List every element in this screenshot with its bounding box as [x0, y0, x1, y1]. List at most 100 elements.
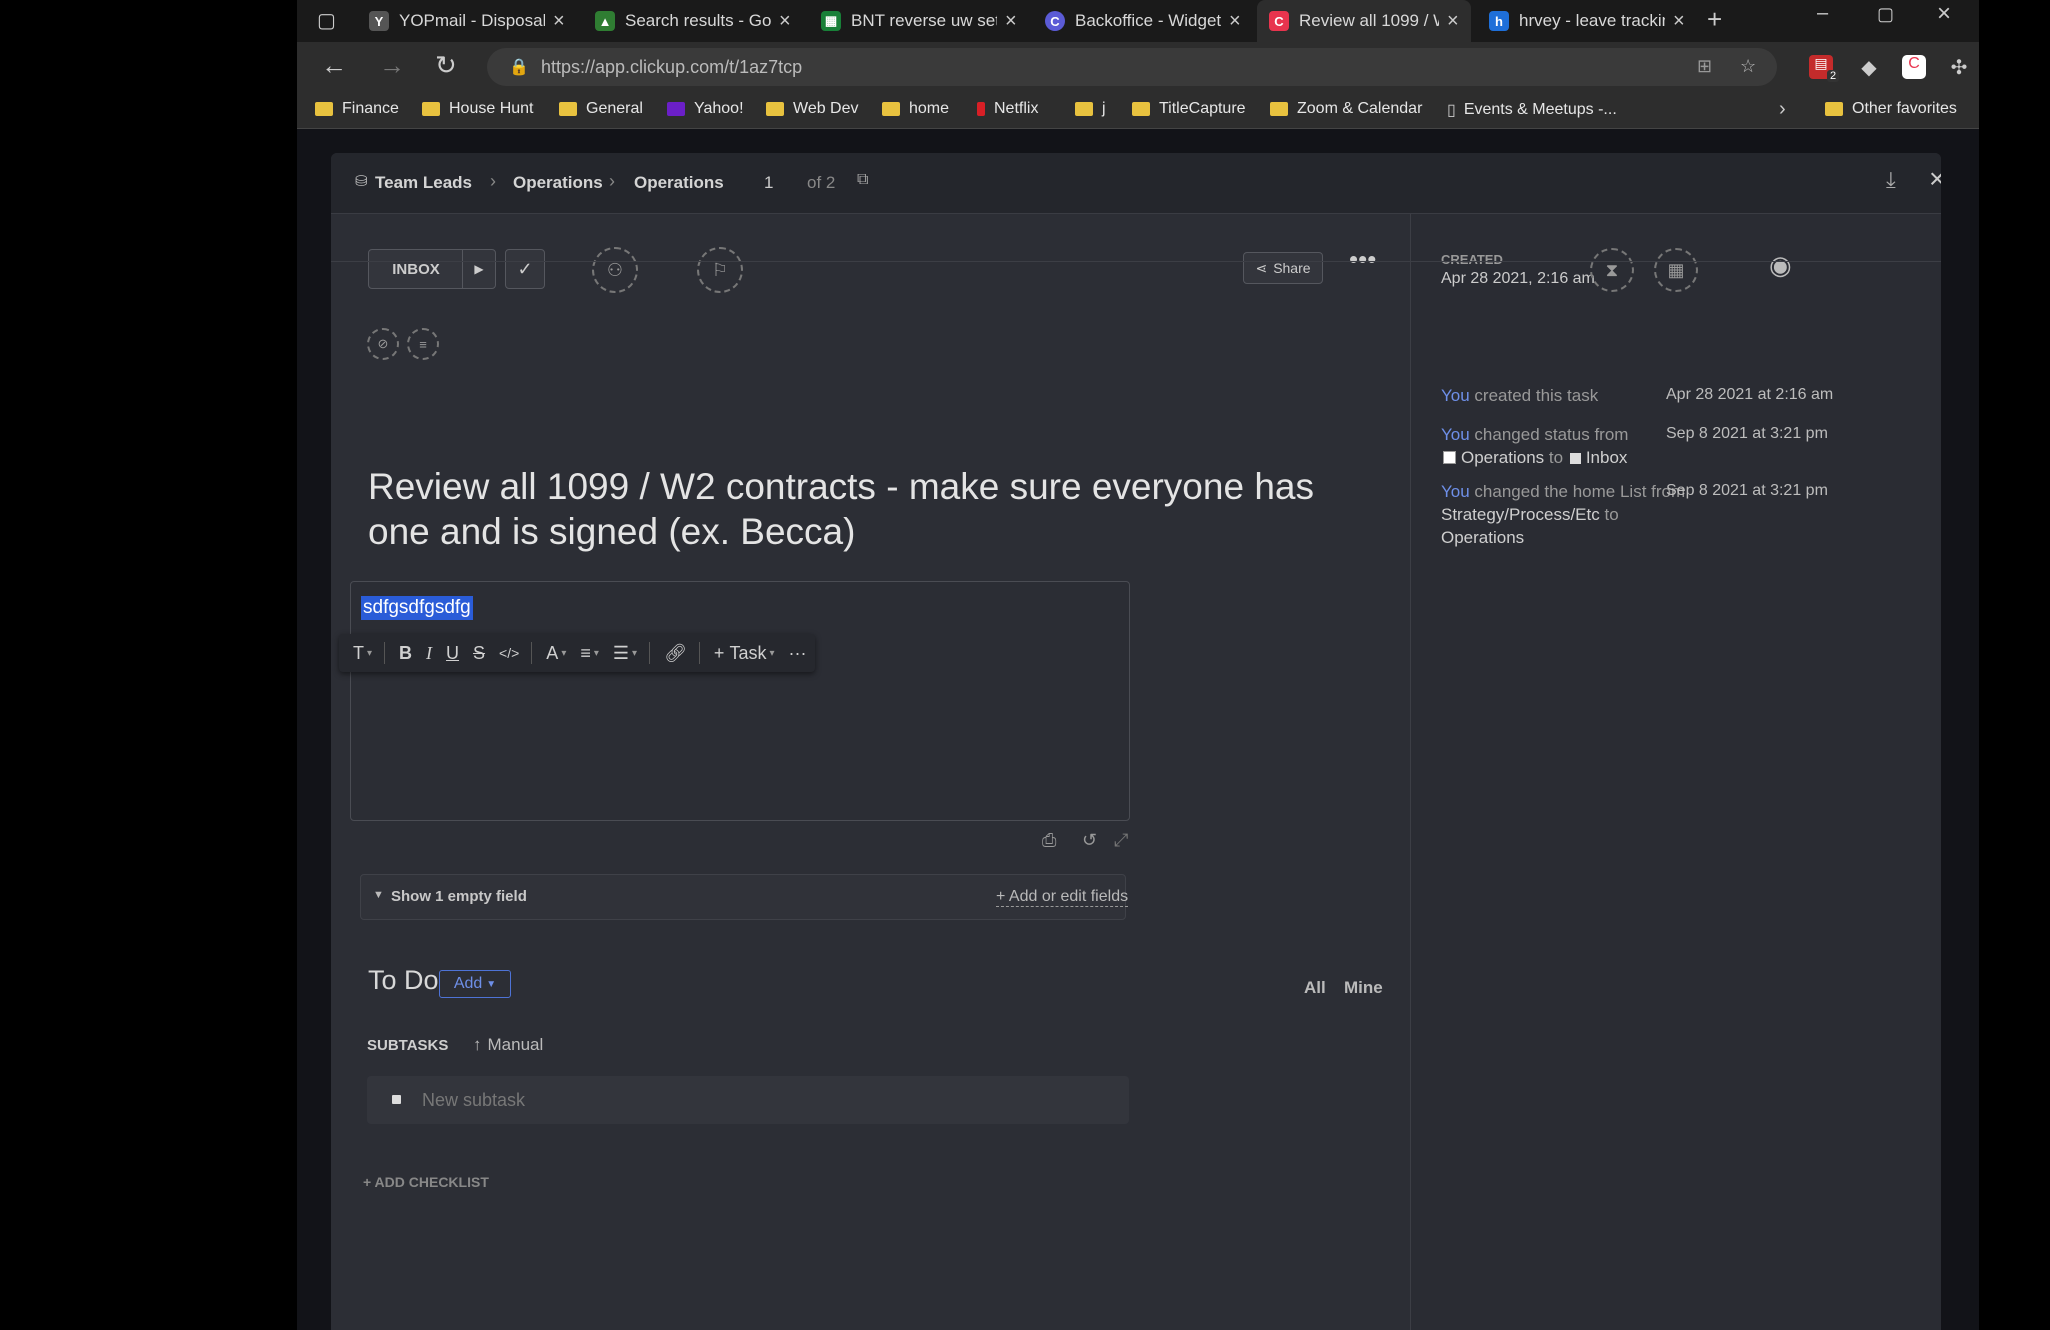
- watch-eye-icon[interactable]: ◉: [1769, 250, 1792, 281]
- bold-button[interactable]: B: [399, 643, 412, 664]
- subtasks-label: SUBTASKS: [367, 1037, 449, 1054]
- filter-mine-tab[interactable]: Mine: [1344, 978, 1383, 998]
- maximize-icon[interactable]: ▢: [1877, 4, 1894, 25]
- open-in-new-icon[interactable]: ⧉: [857, 171, 868, 189]
- complete-task-button[interactable]: ✓: [505, 249, 545, 289]
- add-assignee-button[interactable]: ⚇: [592, 247, 638, 293]
- text-style-button[interactable]: T ▾: [353, 643, 372, 664]
- underline-button[interactable]: U: [446, 643, 459, 664]
- url-text[interactable]: https://app.clickup.com/t/1az7tcp: [541, 57, 802, 78]
- history-icon[interactable]: ↺: [1082, 830, 1097, 851]
- list-button[interactable]: ☰ ▾: [613, 643, 637, 664]
- due-date-icon[interactable]: ▦: [1654, 248, 1698, 292]
- close-tab-icon[interactable]: ×: [553, 10, 565, 33]
- bookmark-finance[interactable]: Finance: [315, 100, 399, 118]
- bookmark-yahoo[interactable]: Yahoo!: [667, 100, 744, 118]
- bookmark-netflix[interactable]: Netflix: [977, 100, 1038, 118]
- breadcrumb-folder[interactable]: Operations: [513, 173, 603, 193]
- expand-icon[interactable]: ⤢: [1114, 830, 1128, 851]
- breadcrumb-space[interactable]: Team Leads: [375, 173, 472, 193]
- toolbar-divider: [384, 642, 386, 664]
- caret-down-icon: ▼: [486, 978, 497, 990]
- close-tab-icon[interactable]: ×: [1673, 10, 1685, 33]
- minimize-icon[interactable]: –: [1817, 2, 1828, 25]
- add-edit-fields-link[interactable]: + Add or edit fields: [996, 888, 1129, 907]
- bookmark-j[interactable]: j: [1075, 100, 1106, 118]
- new-tab-icon[interactable]: +: [1707, 4, 1722, 35]
- bookmark-titlecapture[interactable]: TitleCapture: [1132, 100, 1246, 118]
- bookmark-home[interactable]: home: [882, 100, 949, 118]
- bookmark-zoom-calendar[interactable]: Zoom & Calendar: [1270, 100, 1422, 118]
- add-checklist-button[interactable]: + ADD CHECKLIST: [363, 1174, 489, 1190]
- extension-icon[interactable]: ◆: [1857, 55, 1881, 79]
- task-title[interactable]: Review all 1099 / W2 contracts - make su…: [368, 464, 1368, 554]
- bookmark-house-hunt[interactable]: House Hunt: [422, 100, 534, 118]
- page-icon: ▯: [1447, 102, 1456, 119]
- next-status-button[interactable]: ▶: [462, 249, 496, 289]
- code-button[interactable]: </>: [499, 645, 519, 661]
- print-icon[interactable]: ⎙: [1042, 830, 1056, 851]
- time-tracking-icon[interactable]: ⧗: [1590, 248, 1634, 292]
- tab-actions-icon[interactable]: ▢: [317, 8, 336, 33]
- close-tab-icon[interactable]: ×: [1229, 10, 1241, 33]
- task-modal: ⛁ Team Leads › Operations › Operations 1…: [331, 153, 1941, 1330]
- activity-item: You changed status from Operations to In…: [1441, 425, 1629, 467]
- share-button[interactable]: ⋖ Share: [1243, 252, 1323, 284]
- tag-icon[interactable]: ⊘: [367, 328, 399, 360]
- yopmail-icon: Y: [369, 11, 389, 31]
- format-toolbar: T ▾ B I U S </> A ▾ ≡ ▾ ☰ ▾ 🔗︎ + Task ▾ …: [339, 634, 815, 672]
- folder-icon: [1075, 102, 1093, 116]
- add-favorite-icon[interactable]: ☆: [1740, 56, 1756, 77]
- description-text[interactable]: sdfgsdfgsdfg: [361, 596, 473, 620]
- italic-button[interactable]: I: [426, 643, 432, 664]
- close-tab-icon[interactable]: ×: [779, 10, 791, 33]
- priority-button[interactable]: ⚐: [697, 247, 743, 293]
- browser-tab[interactable]: h hrvey - leave trackin ×: [1489, 0, 1685, 42]
- clickup-extension-icon[interactable]: C: [1902, 55, 1926, 79]
- checklist-icon[interactable]: ≡: [407, 328, 439, 360]
- bookmark-events-meetups[interactable]: ▯ Events & Meetups -...: [1447, 100, 1617, 120]
- close-tab-icon[interactable]: ×: [1005, 10, 1017, 33]
- browser-tab[interactable]: C Backoffice - Widget ×: [1045, 0, 1241, 42]
- subtask-sort-button[interactable]: ↑ Manual: [473, 1035, 543, 1055]
- activity-date: Apr 28 2021 at 2:16 am: [1666, 386, 1834, 403]
- bookmark-general[interactable]: General: [559, 100, 643, 118]
- app-available-icon[interactable]: ⊞: [1697, 56, 1712, 77]
- browser-tab-active[interactable]: C Review all 1099 / W ×: [1257, 0, 1471, 42]
- address-bar[interactable]: 🔒 https://app.clickup.com/t/1az7tcp ⊞ ☆: [487, 48, 1777, 86]
- more-format-icon[interactable]: ···: [788, 643, 806, 664]
- forward-icon[interactable]: →: [379, 50, 405, 81]
- extensions-icon[interactable]: ✣: [1947, 55, 1971, 79]
- show-empty-fields-toggle[interactable]: Show 1 empty field: [391, 888, 527, 905]
- browser-tab[interactable]: ▦ BNT reverse uw setu ×: [821, 0, 1017, 42]
- bookmark-other-favorites[interactable]: Other favorites: [1825, 100, 1957, 118]
- more-options-icon[interactable]: •••: [1349, 244, 1376, 275]
- reload-icon[interactable]: ↻: [435, 50, 457, 81]
- browser-tab[interactable]: Y YOPmail - Disposab ×: [369, 0, 565, 42]
- bookmarks-overflow-icon[interactable]: ›: [1779, 98, 1786, 121]
- description-editor[interactable]: sdfgsdfgsdfg T▾ B I U S </> A▾ ≡▾ ☰▾: [339, 581, 1130, 821]
- folder-icon: [882, 102, 900, 116]
- filter-all-tab[interactable]: All: [1304, 978, 1326, 998]
- minimize-task-icon[interactable]: ⤓: [1886, 167, 1896, 193]
- browser-tab[interactable]: ▲ Search results - Goo ×: [595, 0, 791, 42]
- status-button[interactable]: INBOX: [368, 249, 464, 289]
- todo-add-button[interactable]: Add ▼: [439, 970, 511, 998]
- link-button[interactable]: 🔗︎: [664, 643, 687, 664]
- insert-task-button[interactable]: + Task ▾: [714, 643, 775, 664]
- back-icon[interactable]: ←: [321, 50, 347, 81]
- close-tab-icon[interactable]: ×: [1447, 10, 1459, 33]
- folder-icon: [315, 102, 333, 116]
- pager-total: of 2: [807, 173, 836, 192]
- align-button[interactable]: ≡ ▾: [580, 643, 599, 664]
- strikethrough-button[interactable]: S: [473, 643, 485, 664]
- new-subtask-row[interactable]: New subtask: [367, 1076, 1129, 1124]
- text-color-button[interactable]: A ▾: [546, 643, 566, 664]
- close-window-icon[interactable]: ×: [1937, 0, 1951, 28]
- close-task-icon[interactable]: ×: [1929, 163, 1941, 195]
- activity-panel: CREATED Apr 28 2021, 2:16 am ⧗ ▦ ◉ You c…: [1410, 214, 1941, 1330]
- google-drive-icon: ▲: [595, 11, 615, 31]
- bookmark-web-dev[interactable]: Web Dev: [766, 100, 859, 118]
- new-subtask-input[interactable]: New subtask: [422, 1090, 525, 1111]
- breadcrumb-list[interactable]: Operations: [634, 173, 724, 193]
